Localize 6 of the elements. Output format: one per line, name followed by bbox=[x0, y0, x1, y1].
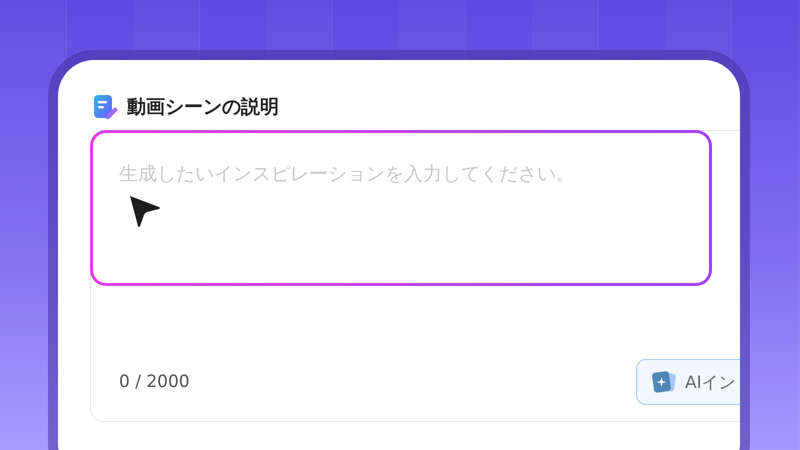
mouse-pointer-icon bbox=[128, 194, 162, 228]
ai-inspiration-button[interactable]: AIイン bbox=[636, 359, 740, 405]
section-title: 動画シーンの説明 bbox=[127, 95, 279, 120]
document-pen-icon bbox=[93, 94, 119, 120]
sparkle-card-icon bbox=[651, 370, 677, 394]
character-counter: 0 / 2000 bbox=[119, 372, 191, 392]
